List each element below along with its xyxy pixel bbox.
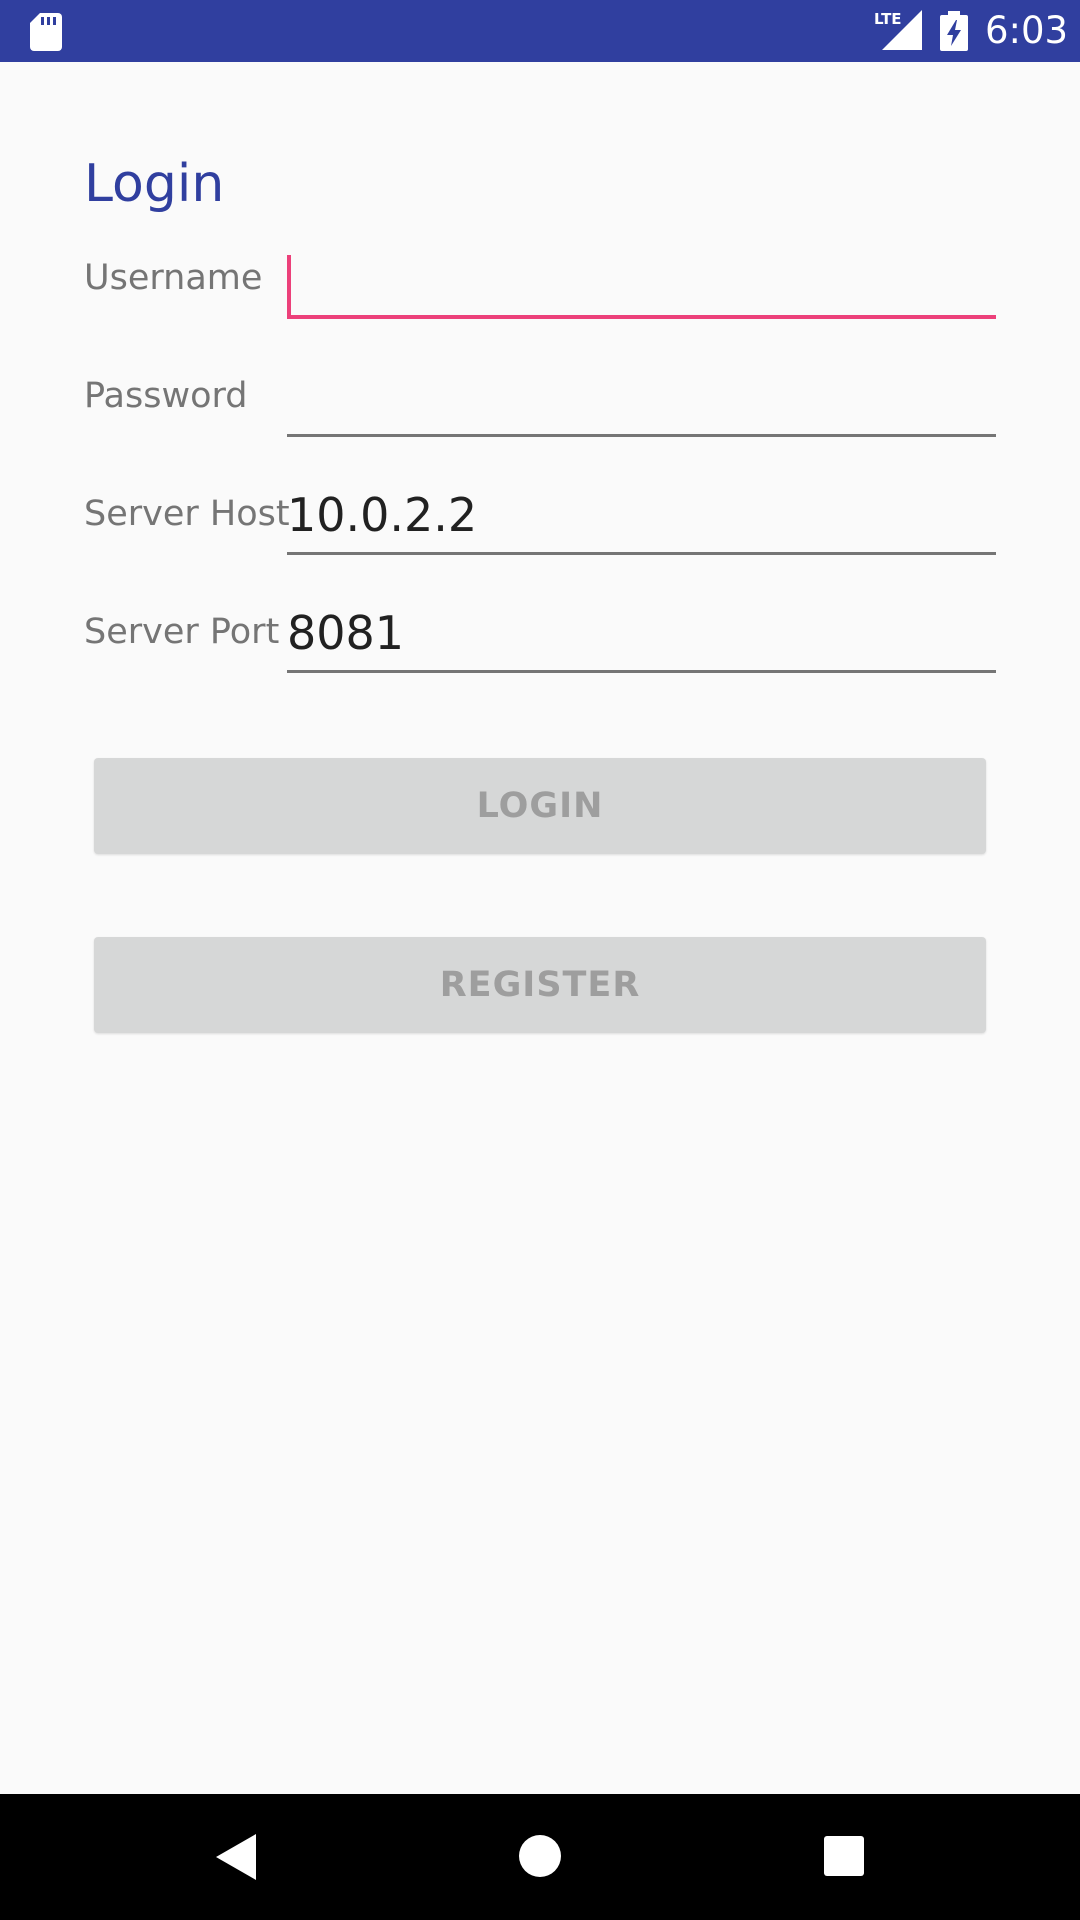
battery-charging-icon: [940, 11, 968, 51]
home-icon[interactable]: [519, 1835, 561, 1877]
server-host-field[interactable]: 10.0.2.2: [287, 485, 996, 555]
username-label: Username: [84, 258, 263, 298]
server-host-label: Server Host: [84, 494, 290, 534]
back-icon[interactable]: [216, 1834, 256, 1880]
page-title: Login: [84, 154, 225, 214]
login-button[interactable]: LOGIN: [94, 758, 986, 854]
username-field[interactable]: [287, 249, 996, 319]
lte-signal-icon: LTE: [874, 10, 922, 50]
server-port-field[interactable]: 8081: [287, 603, 996, 673]
password-field[interactable]: [287, 367, 996, 437]
server-port-label: Server Port: [84, 612, 280, 652]
text-cursor: [287, 255, 291, 317]
recents-icon[interactable]: [824, 1836, 864, 1876]
lte-label: LTE: [874, 10, 902, 28]
password-label: Password: [84, 376, 248, 416]
login-screen: Login Username Password Server Host 10.0…: [0, 62, 1080, 1794]
sd-card-icon: [30, 13, 62, 51]
status-bar: LTE 6:03: [0, 0, 1080, 62]
clock: 6:03: [985, 9, 1069, 52]
navigation-bar: [0, 1794, 1080, 1920]
register-button[interactable]: REGISTER: [94, 937, 986, 1033]
server-host-value: 10.0.2.2: [287, 488, 478, 542]
server-port-value: 8081: [287, 606, 405, 660]
